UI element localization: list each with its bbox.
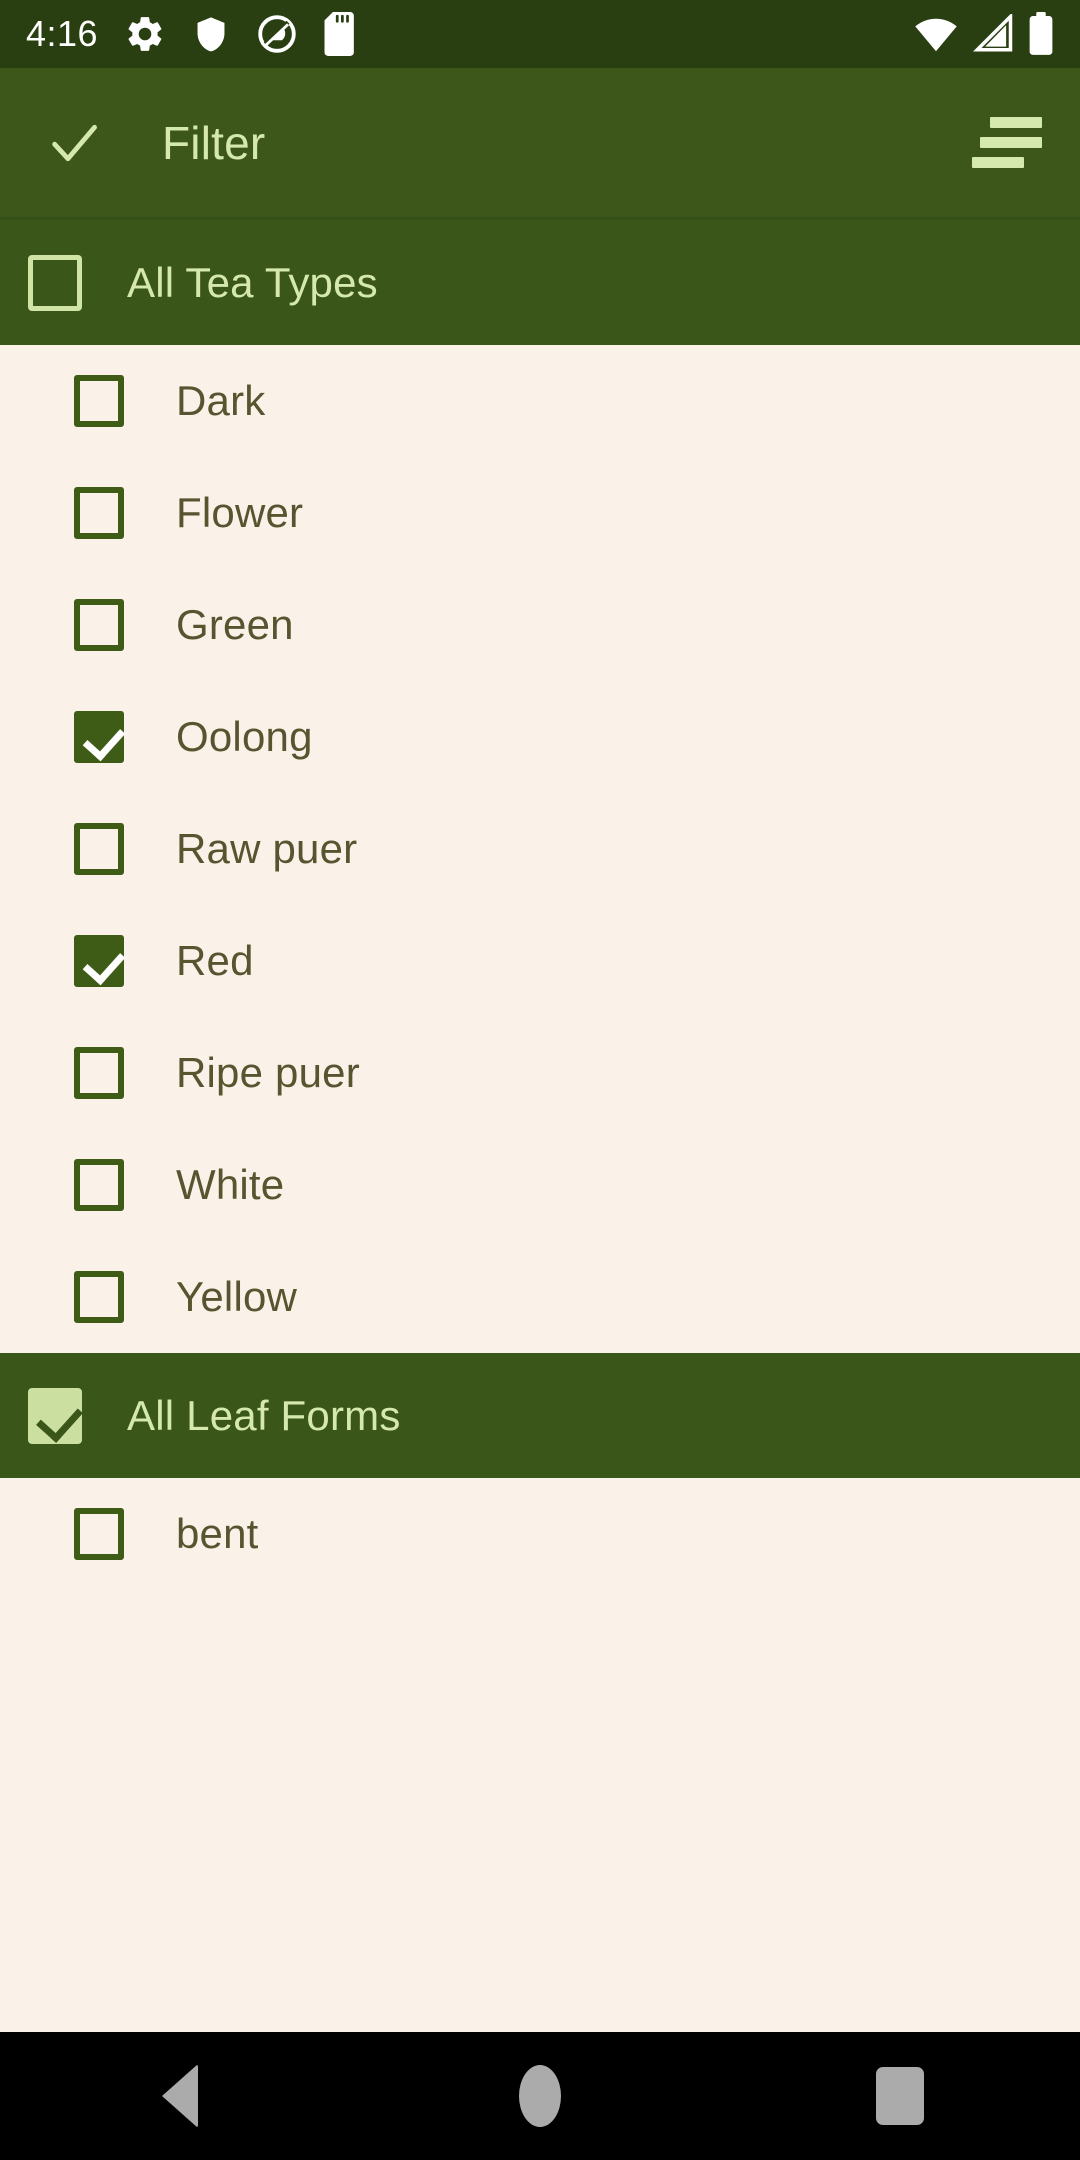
section-header-all-leaf-forms[interactable]: All Leaf Forms [0, 1353, 1080, 1478]
list-item-label: Yellow [176, 1273, 298, 1320]
checkbox-all-tea-types[interactable] [28, 254, 82, 311]
status-bar-right [914, 12, 1054, 56]
checkbox-flower[interactable] [74, 487, 124, 539]
status-bar: 4:16 [0, 0, 1080, 68]
list-item[interactable]: Flower [0, 457, 1080, 569]
list-item-label: Dark [176, 377, 266, 424]
back-button[interactable] [90, 2032, 270, 2160]
checkbox-all-leaf-forms[interactable] [28, 1387, 82, 1444]
checkbox-red[interactable] [74, 935, 124, 987]
list-item-label: Flower [176, 489, 304, 536]
list-item-label: Red [176, 937, 254, 984]
sort-lines-icon[interactable] [966, 103, 1046, 183]
list-item[interactable]: Dark [0, 345, 1080, 457]
list-item-label: bent [176, 1510, 259, 1557]
sd-card-icon [324, 12, 358, 56]
list-item[interactable]: Green [0, 569, 1080, 681]
checkbox-green[interactable] [74, 599, 124, 651]
list-item[interactable]: Ripe puer [0, 1017, 1080, 1129]
list-item[interactable]: Red [0, 905, 1080, 1017]
section-header-label: All Leaf Forms [127, 1391, 401, 1439]
back-triangle-icon [162, 2064, 198, 2128]
list-item[interactable]: Yellow [0, 1241, 1080, 1353]
list-item[interactable]: bent [0, 1478, 1080, 1590]
gear-icon [124, 13, 166, 55]
checkbox-white[interactable] [74, 1159, 124, 1211]
status-bar-left: 4:16 [26, 12, 358, 56]
android-q-logo-icon [256, 13, 298, 55]
page-title: Filter [162, 116, 266, 169]
home-button[interactable] [450, 2032, 630, 2160]
battery-icon [1028, 12, 1054, 56]
list-item-label: Raw puer [176, 825, 358, 872]
status-clock: 4:16 [26, 13, 99, 54]
recents-square-icon [876, 2067, 924, 2125]
checkbox-yellow[interactable] [74, 1271, 124, 1323]
section-header-label: All Tea Types [127, 258, 378, 306]
list-item[interactable]: White [0, 1129, 1080, 1241]
list-item[interactable]: Raw puer [0, 793, 1080, 905]
list-item-label: Ripe puer [176, 1049, 360, 1096]
checkbox-dark[interactable] [74, 375, 124, 427]
confirm-check-icon[interactable] [44, 113, 104, 173]
phone-screen: 4:16 Filter All Tea Types Dark Flower Gr… [0, 0, 1080, 2160]
filter-list[interactable]: All Tea Types Dark Flower Green Oolong R… [0, 220, 1080, 2032]
section-header-all-tea-types[interactable]: All Tea Types [0, 220, 1080, 345]
checkbox-raw-puer[interactable] [74, 823, 124, 875]
list-item-label: White [176, 1161, 285, 1208]
checkbox-oolong[interactable] [74, 711, 124, 763]
list-item-label: Oolong [176, 713, 313, 760]
list-item-label: Green [176, 601, 294, 648]
home-circle-icon [519, 2065, 561, 2127]
shield-icon [192, 13, 230, 55]
cellular-signal-icon [972, 14, 1014, 54]
checkbox-ripe-puer[interactable] [74, 1047, 124, 1099]
wifi-icon [914, 14, 958, 54]
app-bar: Filter [0, 68, 1080, 220]
list-item[interactable]: Oolong [0, 681, 1080, 793]
checkbox-bent[interactable] [74, 1508, 124, 1560]
recents-button[interactable] [810, 2032, 990, 2160]
android-navigation-bar [0, 2032, 1080, 2160]
